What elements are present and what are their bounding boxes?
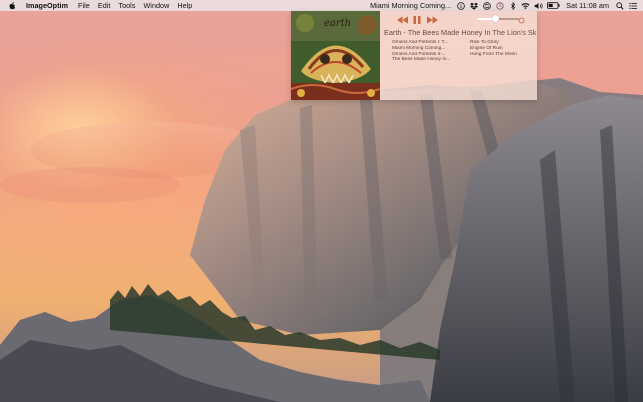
apple-logo-icon[interactable] (8, 1, 17, 10)
info-icon[interactable] (456, 1, 465, 10)
time-machine-icon[interactable] (495, 1, 504, 10)
menu-file[interactable]: File (78, 1, 90, 10)
track-empty (470, 57, 534, 63)
sync-icon[interactable] (482, 1, 491, 10)
dropbox-icon[interactable] (469, 1, 478, 10)
album-art: earth (291, 11, 380, 100)
volume-max-icon (518, 15, 525, 24)
album-title: Earth - The Bees Made Honey In The Lion'… (384, 28, 536, 37)
menu-window[interactable]: Window (143, 1, 169, 10)
spotlight-search-icon[interactable] (615, 1, 624, 10)
now-playing-popover: earth Earth - The Bees Made Honey In The… (291, 11, 537, 100)
app-menu: ImageOptim File Edit Tools Window Help (26, 0, 200, 11)
menubar-clock[interactable]: Sat 11:08 am (566, 1, 609, 10)
volume-knob[interactable] (492, 15, 499, 22)
transport-controls (396, 14, 441, 26)
notification-center-icon[interactable] (628, 1, 637, 10)
wifi-icon[interactable] (521, 1, 530, 10)
pause-icon[interactable] (411, 15, 423, 25)
fast-forward-icon[interactable] (426, 15, 438, 25)
menu-app-name[interactable]: ImageOptim (26, 1, 68, 10)
track-item[interactable]: The Bees Made Honey In... (392, 57, 470, 63)
album-art-logo-text: earth (324, 18, 352, 29)
volume-icon[interactable] (534, 1, 543, 10)
menu-edit[interactable]: Edit (98, 1, 111, 10)
track-list: Omens And Portents I: T... Rise To Glory… (392, 40, 534, 63)
now-playing-menu[interactable]: Miami Morning Coming... (370, 1, 451, 10)
status-menus: Miami Morning Coming... Sat 11:08 am (370, 0, 641, 11)
battery-icon[interactable] (547, 1, 560, 10)
rewind-icon[interactable] (396, 15, 408, 25)
volume-slider[interactable] (477, 15, 525, 24)
menu-tools[interactable]: Tools (118, 1, 135, 10)
menu-help[interactable]: Help (177, 1, 192, 10)
menu-bar: ImageOptim File Edit Tools Window Help M… (0, 0, 643, 11)
bluetooth-icon[interactable] (508, 1, 517, 10)
